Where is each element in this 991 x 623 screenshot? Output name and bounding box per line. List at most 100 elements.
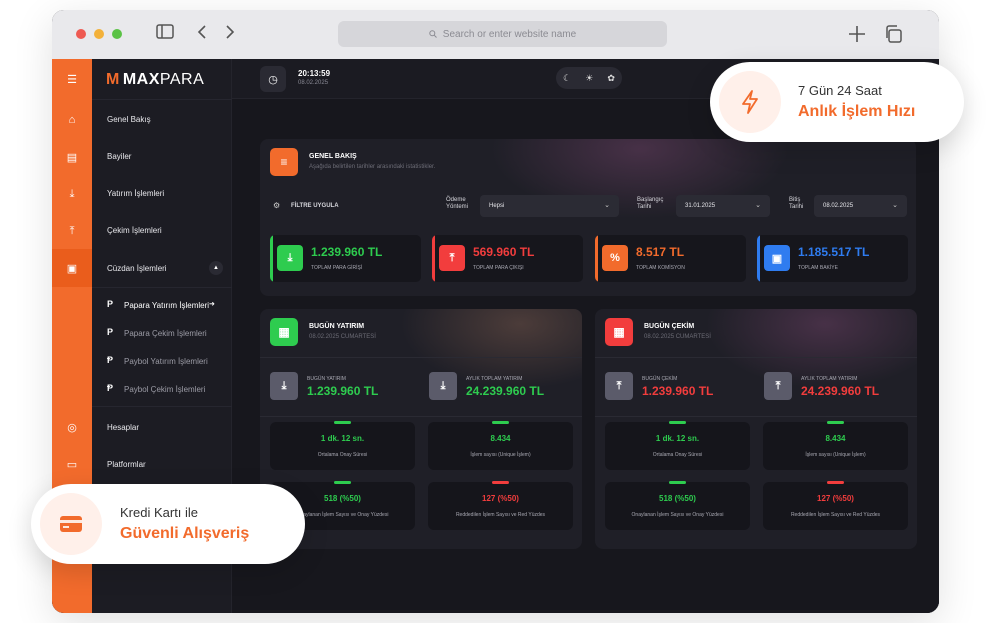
end-date-label-2: Tarihi [789, 204, 804, 210]
stat-label: TOPLAM PARA ÇIKIŞI [473, 265, 524, 271]
withdraw-title: BUGÜN ÇEKİM [644, 323, 695, 330]
card-badge-top: Kredi Kartı ile [120, 505, 199, 520]
metric-value: 518 (%50) [659, 494, 696, 503]
overview-panel: ≡ GENEL BAKIŞ Aşağıda belirtilen tarihle… [260, 139, 916, 296]
new-tab-icon[interactable] [848, 25, 866, 48]
stat-label: TOPLAM BAKİYE [798, 265, 838, 271]
deposit-icon[interactable]: ⤓ [52, 184, 92, 204]
maximize-window-button[interactable] [112, 29, 122, 39]
deposit-metric-count: 8.434 İşlem sayısı (Unique İşlem) [428, 421, 573, 470]
start-date-value: 31.01.2025 [685, 203, 716, 209]
palette-icon[interactable]: ✿ [607, 73, 615, 84]
wallet-icon[interactable]: ▣ [52, 249, 92, 287]
sidebar-toggle-icon[interactable] [156, 24, 174, 44]
speed-badge-top: 7 Gün 24 Saat [798, 83, 882, 98]
sidebar-item-yatirim[interactable]: Yatırım İşlemleri [107, 189, 164, 198]
stat-value: 569.960 TL [473, 245, 535, 259]
end-date-select[interactable]: 08.02.2025 ⌄ [814, 195, 907, 217]
deposit-monthly-value: 24.239.960 TL [466, 384, 545, 398]
platform-icon[interactable]: ▭ [52, 454, 92, 474]
withdraw-icon[interactable]: ⤒ [52, 221, 92, 241]
start-date-label-1: Başlangıç [637, 197, 664, 203]
metric-value: 127 (%50) [482, 494, 519, 503]
wallet-icon: ▣ [764, 245, 790, 271]
metric-label: İşlem sayısı (Unique İşlem) [470, 452, 531, 458]
user-icon[interactable]: ◎ [52, 417, 92, 437]
end-date-value: 08.02.2025 [823, 203, 854, 209]
credit-card-icon [40, 493, 102, 555]
start-date-select[interactable]: 31.01.2025 ⌄ [676, 195, 770, 217]
speed-badge: 7 Gün 24 Saat Anlık İşlem Hızı [710, 62, 964, 142]
browser-toolbar: Search or enter website name [52, 10, 939, 59]
upload-icon: ⤒ [764, 372, 792, 400]
papara-icon: P [107, 327, 114, 337]
payment-method-value: Hepsi [489, 203, 505, 209]
sidebar-subitem-papara-yatirim[interactable]: Papara Yatırım İşlemleri [124, 301, 209, 310]
chevron-down-icon: ⌄ [604, 202, 610, 209]
moon-icon[interactable]: ☾ [563, 73, 571, 84]
forward-icon[interactable] [225, 24, 235, 45]
lightning-icon [719, 71, 781, 133]
today-deposit-panel: ▦ BUGÜN YATIRIM 08.02.2025 CUMARTESİ ⤓ B… [260, 309, 582, 549]
sun-icon[interactable]: ☀ [585, 73, 593, 84]
withdraw-summary-row: ⤒ BUGÜN ÇEKİM 1.239.960 TL ⤒ AYLIK TOPLA… [595, 357, 917, 417]
start-date-label-2: Tarihi [637, 204, 652, 210]
stat-card-total-out: ⤒ 569.960 TL TOPLAM PARA ÇIKIŞI [432, 235, 583, 282]
deposit-today-value: 1.239.960 TL [307, 384, 379, 398]
deposit-title: BUGÜN YATIRIM [309, 323, 365, 330]
sidebar-item-genel-bakis[interactable]: Genel Bakış [107, 115, 151, 124]
withdraw-metric-count: 8.434 İşlem sayısı (Unique İşlem) [763, 421, 908, 470]
sidebar-item-platformlar[interactable]: Platformlar [107, 460, 146, 469]
today-withdraw-panel: ▦ BUGÜN ÇEKİM 08.02.2025 CUMARTESİ ⤒ BUG… [595, 309, 917, 549]
withdraw-metric-rejected: 127 (%50) Reddedilen İşlem Sayısı ve Red… [763, 481, 908, 530]
address-placeholder: Search or enter website name [442, 28, 577, 40]
home-icon[interactable]: ⌂ [52, 110, 92, 130]
arrow-right-icon: ➜ [209, 301, 215, 308]
payment-method-select[interactable]: Hepsi ⌄ [480, 195, 619, 217]
withdraw-metric-approved: 518 (%50) Onaylanan İşlem Sayısı ve Onay… [605, 481, 750, 530]
filter-row: ⚙ FİLTRE UYGULA Ödeme Yöntemi Hepsi ⌄ Ba… [260, 189, 916, 223]
address-bar[interactable]: Search or enter website name [338, 21, 667, 47]
sidebar-subitem-paybol-yatirim[interactable]: Paybol Yatırım İşlemleri [124, 357, 208, 366]
metric-label: Reddedilen İşlem Sayısı ve Red Yüzdes [790, 512, 881, 518]
metric-label: İşlem sayısı (Unique İşlem) [805, 452, 866, 458]
paybol-icon: Ᵽ [107, 355, 114, 365]
sidebar-item-hesaplar[interactable]: Hesaplar [107, 423, 139, 432]
stat-card-commission: % 8.517 TL TOPLAM KOMİSYON [595, 235, 746, 282]
close-window-button[interactable] [76, 29, 86, 39]
sidebar-subitem-paybol-cekim[interactable]: Paybol Çekim İşlemleri [124, 385, 205, 394]
minimize-window-button[interactable] [94, 29, 104, 39]
sidebar-subitem-papara-cekim[interactable]: Papara Çekim İşlemleri [124, 329, 207, 338]
paybol-icon: Ᵽ [107, 383, 114, 393]
overview-title: GENEL BAKIŞ [309, 153, 357, 160]
download-icon: ⤓ [270, 372, 298, 400]
sidebar-item-bayiler[interactable]: Bayiler [107, 152, 131, 161]
chevron-down-icon: ⌄ [755, 202, 761, 209]
tabs-overview-icon[interactable] [884, 25, 902, 48]
withdraw-date: 08.02.2025 CUMARTESİ [644, 334, 711, 340]
back-icon[interactable] [197, 24, 207, 45]
download-icon: ⤓ [277, 245, 303, 271]
menu-icon[interactable]: ☰ [52, 69, 92, 89]
store-icon[interactable]: ▤ [52, 147, 92, 167]
deposit-metric-rejected: 127 (%50) Reddedilen İşlem Sayısı ve Red… [428, 481, 573, 530]
calendar-icon: ▦ [270, 318, 298, 346]
sidebar-item-cekim[interactable]: Çekim İşlemleri [107, 226, 162, 235]
withdraw-today-label: BUGÜN ÇEKİM [642, 376, 678, 382]
metric-label: Reddedilen İşlem Sayısı ve Red Yüzdes [455, 512, 546, 518]
current-time: 20:13:59 [298, 69, 331, 78]
theme-switcher[interactable]: ☾ ☀ ✿ [556, 67, 622, 89]
stat-value: 8.517 TL [636, 245, 685, 259]
withdraw-metric-avg-time: 1 dk. 12 sn. Ortalama Onay Süresi [605, 421, 750, 470]
stat-card-balance: ▣ 1.185.517 TL TOPLAM BAKİYE [757, 235, 908, 282]
metric-value: 8.434 [825, 434, 846, 443]
withdraw-today-value: 1.239.960 TL [642, 384, 714, 398]
metric-value: 8.434 [490, 434, 511, 443]
metric-label: Ortalama Onay Süresi [652, 452, 703, 458]
filter-icon: ⚙ [273, 201, 281, 210]
app-logo: M MAXPARA [106, 71, 205, 88]
chevron-up-icon[interactable]: ▲ [209, 261, 223, 275]
sidebar-item-cuzdan[interactable]: Cüzdan İşlemleri [107, 264, 167, 273]
deposit-monthly-label: AYLIK TOPLAM YATIRIM [466, 376, 523, 382]
stat-label: TOPLAM PARA GİRİŞİ [311, 265, 363, 271]
